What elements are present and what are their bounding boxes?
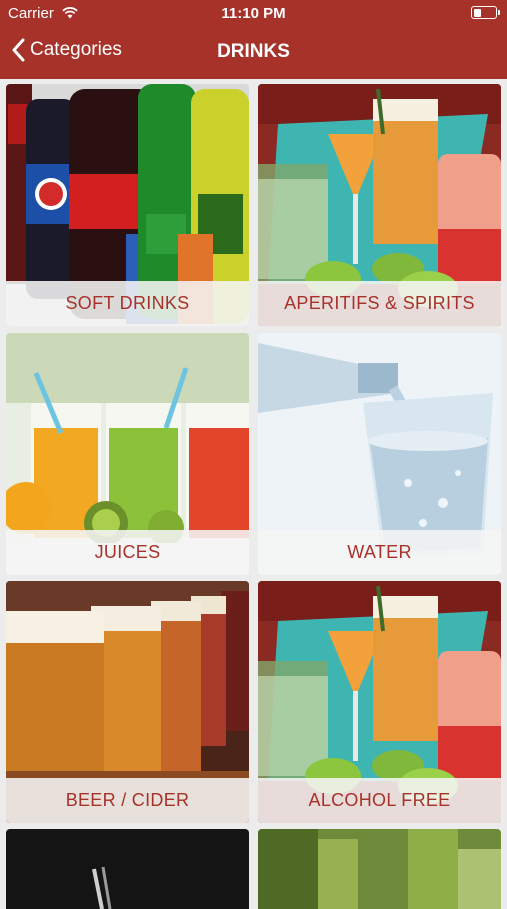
category-image [6,829,249,909]
category-label: ALCOHOL FREE [258,778,501,823]
category-tile-row4-right[interactable] [258,829,501,909]
category-tile-soft-drinks[interactable]: SOFT DRINKS [6,84,249,326]
back-label: Categories [30,39,122,60]
category-label: SOFT DRINKS [6,281,249,326]
back-button[interactable]: Categories [12,38,122,62]
category-tile-aperitifs-spirits[interactable]: APERITIFS & SPIRITS [258,84,501,326]
battery-icon [471,6,500,19]
navigation-bar: Categories DRINKS [0,28,507,79]
battery-level [473,8,481,17]
app-header: Carrier 11:10 PM Categories DRINKS [0,0,507,79]
category-tile-beer-cider[interactable]: BEER / CIDER [6,581,249,823]
category-label: APERITIFS & SPIRITS [258,281,501,326]
category-label: JUICES [6,530,249,575]
status-bar: Carrier 11:10 PM [0,0,507,28]
category-image [258,829,501,909]
category-label: WATER [258,530,501,575]
chevron-left-icon [12,38,25,62]
category-tile-row4-left[interactable] [6,829,249,909]
category-label: BEER / CIDER [6,778,249,823]
category-tile-alcohol-free[interactable]: ALCOHOL FREE [258,581,501,823]
status-time: 11:10 PM [221,5,286,22]
category-grid: SOFT DRINKS APERITIFS & SPIRITS JUICES W… [0,79,507,909]
category-tile-water[interactable]: WATER [258,333,501,575]
category-tile-juices[interactable]: JUICES [6,333,249,575]
